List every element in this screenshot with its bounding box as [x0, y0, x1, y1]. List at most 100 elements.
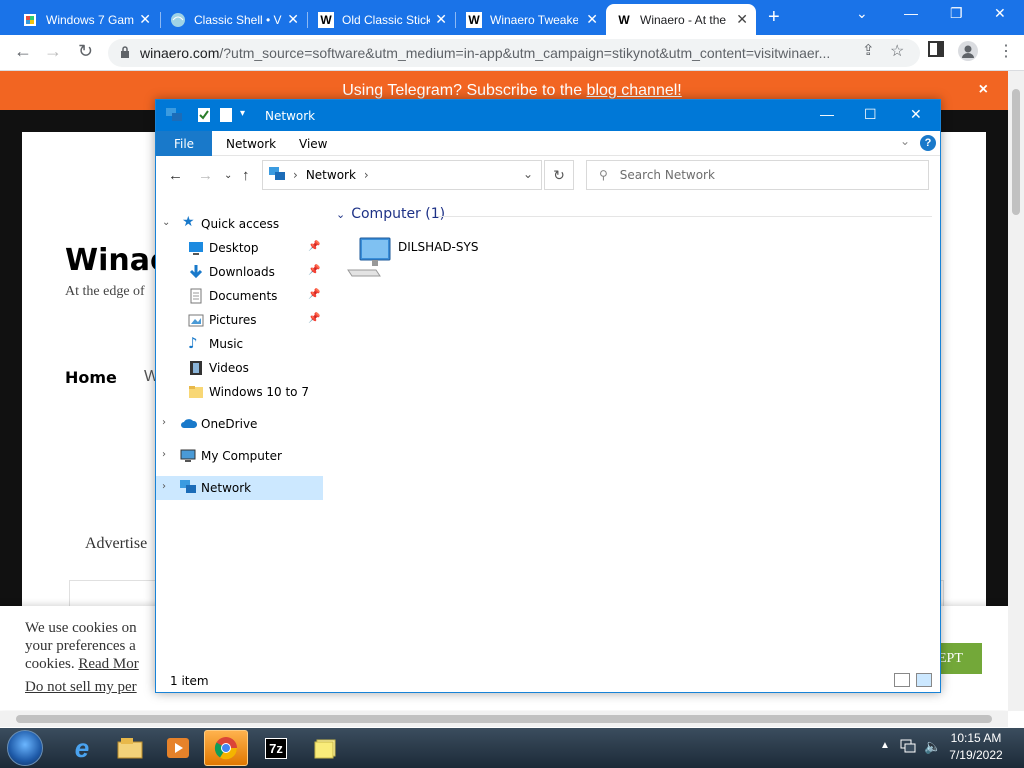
nav-windows-10-to-7[interactable]: Windows 10 to 7 — [156, 380, 324, 404]
forward-icon[interactable]: → — [44, 41, 62, 62]
nav-desktop[interactable]: Desktop 📌 — [156, 236, 324, 260]
chrome-icon[interactable] — [204, 730, 248, 766]
banner-close-button[interactable]: × — [979, 81, 988, 99]
browser-tab-3[interactable]: W Old Classic Stick ✕ — [308, 4, 455, 35]
sticky-notes-icon[interactable] — [304, 730, 348, 766]
nav-pictures[interactable]: Pictures 📌 — [156, 308, 324, 332]
cookie-text: cookies. — [25, 656, 79, 672]
new-tab-button[interactable]: + — [768, 6, 780, 29]
customize-qat-icon[interactable]: ▾ — [240, 108, 254, 122]
recent-locations-icon[interactable]: ⌄ — [224, 170, 232, 181]
profile-avatar[interactable] — [958, 41, 978, 66]
close-icon[interactable]: ✕ — [910, 106, 922, 123]
internet-explorer-icon[interactable]: e — [60, 730, 104, 766]
back-icon[interactable]: ← — [14, 41, 32, 62]
omnibox[interactable]: winaero.com/?utm_source=software&utm_med… — [108, 39, 920, 67]
nav-onedrive[interactable]: › OneDrive — [156, 412, 324, 436]
read-more-link[interactable]: Read Mor — [78, 656, 138, 672]
network-icon — [180, 480, 196, 496]
back-icon[interactable]: ← — [168, 167, 183, 184]
minimize-icon[interactable]: — — [820, 106, 834, 122]
file-explorer-icon[interactable] — [108, 730, 152, 766]
nav-music[interactable]: ♪ Music — [156, 332, 324, 356]
do-not-sell-link[interactable]: Do not sell my per — [25, 679, 137, 695]
site-tagline: At the edge of — [65, 284, 145, 299]
scrollbar-thumb[interactable] — [16, 715, 992, 723]
horizontal-scrollbar[interactable] — [0, 711, 1008, 727]
expand-ribbon-icon[interactable]: ⌄ — [900, 134, 910, 148]
browser-tab-4[interactable]: W Winaero Tweaker ✕ — [456, 4, 606, 35]
help-button[interactable]: ? — [920, 135, 936, 151]
tab-view[interactable]: View — [299, 131, 327, 156]
minimize-icon[interactable]: — — [904, 5, 918, 21]
maximize-icon[interactable]: ☐ — [864, 106, 877, 123]
browser-tab-1[interactable]: Windows 7 Games ✕ — [12, 4, 159, 35]
browser-tab-5-active[interactable]: W Winaero - At the ✕ — [606, 4, 756, 35]
url-path: /?utm_source=software&utm_medium=in-app&… — [219, 45, 831, 61]
new-folder-icon[interactable] — [220, 108, 234, 122]
tab-network[interactable]: Network — [226, 131, 276, 156]
nav-quick-access[interactable]: ⌄ ★ Quick access — [156, 212, 324, 236]
reload-icon[interactable]: ↻ — [78, 41, 93, 62]
tab-title: Old Classic Stick — [342, 12, 430, 27]
clock-time[interactable]: 10:15 AM — [946, 731, 1006, 745]
tab-file[interactable]: File — [156, 131, 212, 156]
tab-close-icon[interactable]: ✕ — [435, 11, 447, 28]
computer-item-icon[interactable] — [346, 236, 394, 283]
tab-close-icon[interactable]: ✕ — [139, 11, 151, 28]
nav-network[interactable]: › Network — [156, 476, 323, 500]
forward-icon[interactable]: → — [198, 167, 213, 184]
refresh-button[interactable]: ↻ — [544, 160, 574, 190]
group-header[interactable]: ⌄ Computer (1) — [336, 206, 445, 222]
tab-title: Classic Shell • V — [194, 12, 282, 27]
expanded-chevron-icon[interactable]: ⌄ — [162, 217, 170, 228]
address-dropdown-icon[interactable]: ⌄ — [523, 167, 533, 181]
search-box[interactable]: ⚲ Search Network — [586, 160, 929, 190]
show-hidden-icons[interactable]: ▲ — [880, 740, 890, 751]
group-chevron-icon[interactable]: ⌄ — [336, 208, 345, 221]
explorer-titlebar[interactable]: ▾ Network — ☐ ✕ — [156, 100, 940, 131]
scrollbar-thumb[interactable] — [1012, 89, 1020, 215]
share-icon[interactable]: ⇪ — [862, 41, 875, 59]
tab-search-icon[interactable]: ⌄ — [856, 5, 868, 22]
nav-home-link[interactable]: Home — [65, 368, 117, 387]
pin-icon: 📌 — [308, 313, 321, 324]
computer-name-label[interactable]: DILSHAD-SYS — [398, 240, 478, 254]
bookmark-star-icon[interactable]: ☆ — [890, 41, 904, 61]
media-player-icon[interactable] — [156, 730, 200, 766]
nav-videos[interactable]: Videos — [156, 356, 324, 380]
tab-close-icon[interactable]: ✕ — [287, 11, 299, 28]
up-icon[interactable]: ↑ — [242, 167, 250, 184]
side-panel-icon[interactable] — [928, 41, 944, 62]
shell-favicon-icon — [170, 12, 186, 28]
banner-link[interactable]: blog channel! — [587, 82, 682, 100]
clock-date[interactable]: 7/19/2022 — [946, 748, 1006, 762]
tab-close-icon[interactable]: ✕ — [586, 11, 598, 28]
close-icon[interactable]: ✕ — [994, 5, 1006, 22]
tab-close-icon[interactable]: ✕ — [736, 11, 748, 28]
breadcrumb-network[interactable]: Network — [306, 168, 356, 182]
properties-icon[interactable] — [198, 108, 212, 122]
item-count: 1 item — [170, 674, 209, 688]
nav-downloads[interactable]: Downloads 📌 — [156, 260, 324, 284]
browser-tab-strip: Windows 7 Games ✕ Classic Shell • V ✕ W … — [0, 0, 1024, 35]
video-icon — [188, 360, 204, 376]
collapsed-chevron-icon[interactable]: › — [162, 449, 166, 460]
large-icons-view-icon[interactable] — [916, 673, 932, 687]
nav-label: OneDrive — [201, 417, 258, 431]
address-box[interactable]: › Network › ⌄ — [262, 160, 542, 190]
details-view-icon[interactable] — [894, 673, 910, 687]
restore-icon[interactable]: ❐ — [950, 5, 963, 22]
network-tray-icon[interactable] — [900, 738, 916, 757]
7zip-icon[interactable]: 7z — [254, 730, 298, 766]
vertical-scrollbar[interactable] — [1008, 71, 1024, 711]
start-button[interactable] — [7, 730, 43, 766]
windows7-favicon-icon — [22, 12, 38, 28]
browser-tab-2[interactable]: Classic Shell • V ✕ — [160, 4, 307, 35]
collapsed-chevron-icon[interactable]: › — [162, 481, 166, 492]
nav-documents[interactable]: Documents 📌 — [156, 284, 324, 308]
collapsed-chevron-icon[interactable]: › — [162, 417, 166, 428]
menu-kebab-icon[interactable]: ⋮ — [998, 41, 1014, 61]
nav-my-computer[interactable]: › My Computer — [156, 444, 324, 468]
volume-icon[interactable]: 🔈 — [924, 738, 941, 755]
